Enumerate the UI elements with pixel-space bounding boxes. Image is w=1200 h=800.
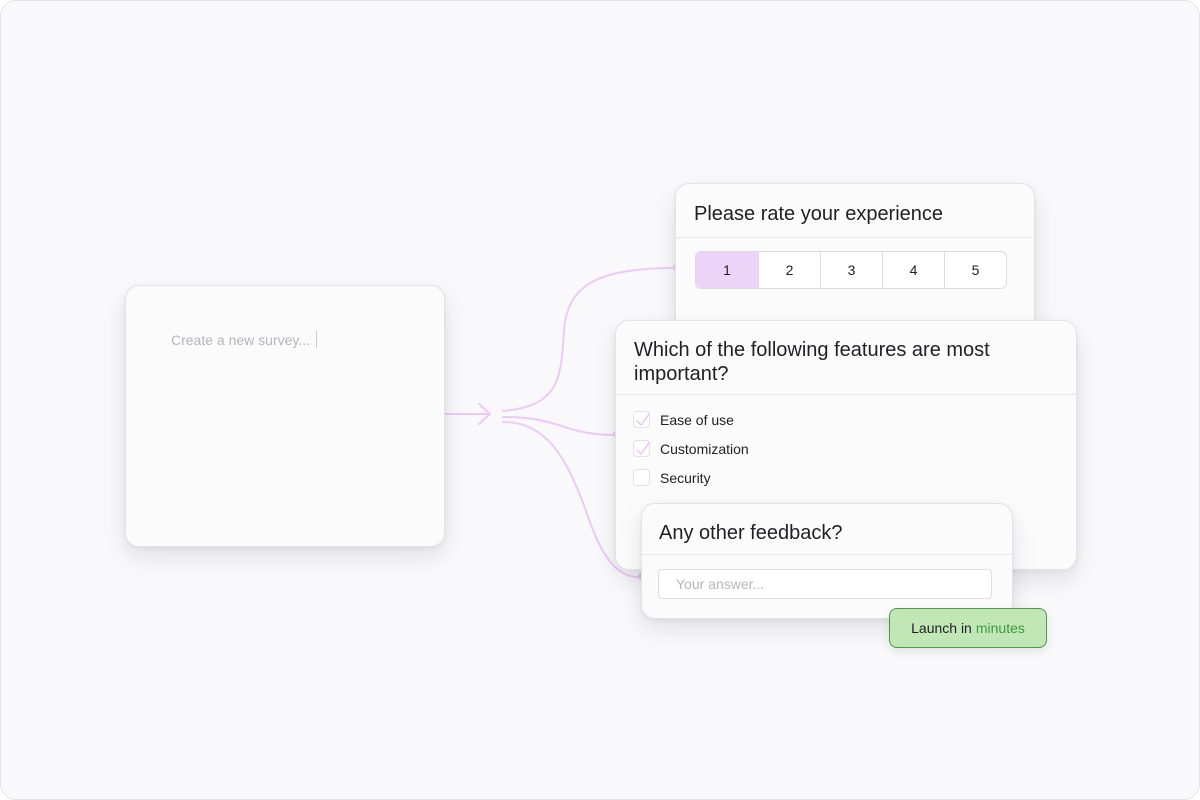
launch-badge-highlight: minutes [975,620,1025,636]
survey-creator-card[interactable]: Create a new survey... [125,285,445,547]
rating-option-3[interactable]: 3 [820,252,882,288]
rating-option-5[interactable]: 5 [944,252,1006,288]
survey-prompt-placeholder: Create a new survey... [171,331,311,348]
feature-option-security[interactable]: Security [633,463,1058,492]
feature-label: Security [660,469,711,486]
checkbox-security[interactable] [633,469,650,486]
features-question-title: Which of the following features are most… [634,339,990,385]
feedback-question-title: Any other feedback? [659,522,843,544]
rating-option-2[interactable]: 2 [758,252,820,288]
checkmark-icon [636,442,650,455]
checkmark-icon [636,413,650,426]
feature-option-ease-of-use[interactable]: Ease of use [633,405,1058,434]
feature-label: Ease of use [660,411,734,428]
features-question-header: Which of the following features are most… [616,321,1076,395]
rating-option-1[interactable]: 1 [696,252,758,288]
launch-badge: Launch in minutes [889,608,1047,648]
features-checkbox-list: Ease of use Customization Security [616,395,1076,492]
rating-question-card: Please rate your experience 1 2 3 4 5 [675,183,1035,335]
feedback-question-card: Any other feedback? [641,503,1013,619]
connector-to-features [502,416,614,436]
canvas: Create a new survey... Please rate your … [0,0,1200,800]
checkbox-customization[interactable] [633,440,650,457]
feedback-answer-input[interactable] [658,569,992,599]
feature-option-customization[interactable]: Customization [633,434,1058,463]
feature-label: Customization [660,440,749,457]
survey-prompt[interactable]: Create a new survey... [171,331,318,348]
text-caret-icon [316,331,318,348]
rating-option-4[interactable]: 4 [882,252,944,288]
checkbox-ease-of-use[interactable] [633,411,650,428]
rating-question-header: Please rate your experience [676,184,1034,238]
rating-scale: 1 2 3 4 5 [695,251,1007,289]
feedback-question-header: Any other feedback? [642,504,1012,555]
rating-question-title: Please rate your experience [694,203,944,225]
launch-badge-prefix: Launch in [911,620,972,636]
